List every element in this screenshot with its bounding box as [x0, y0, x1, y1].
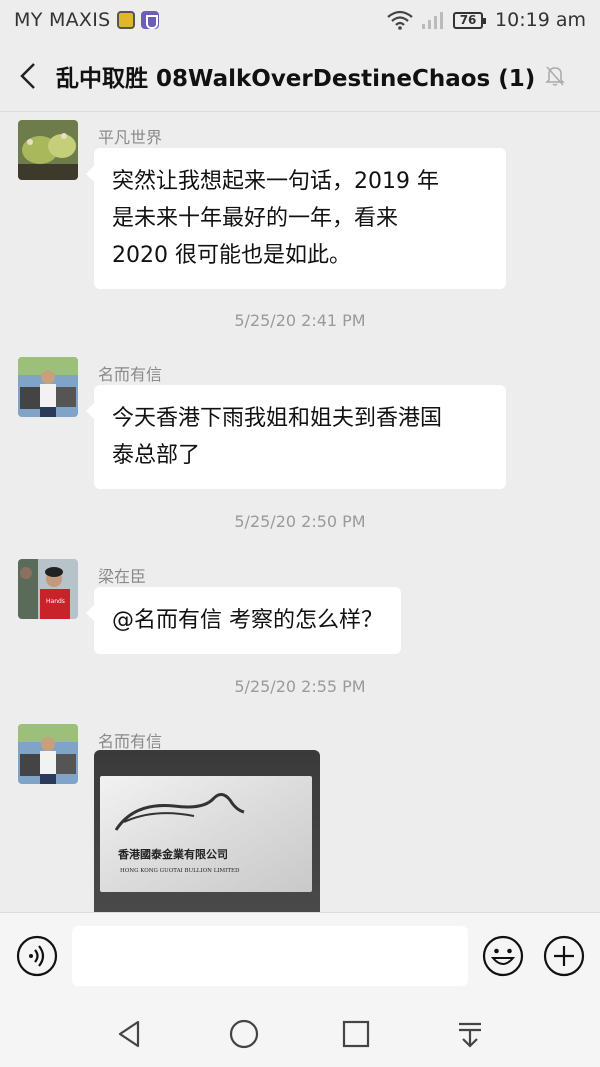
chevron-left-icon: [20, 62, 35, 89]
voice-button[interactable]: [16, 935, 58, 977]
wifi-icon: [387, 10, 413, 30]
sender-name: 名而有信: [98, 365, 163, 384]
carrier-name: MY MAXIS: [14, 9, 111, 31]
navigation-bar: [0, 1000, 600, 1067]
message-text-line: 今天香港下雨我姐和姐夫到香港国: [112, 406, 443, 431]
svg-text:Hands: Hands: [46, 598, 65, 605]
clock: 10:19 am: [495, 9, 586, 31]
message-bubble[interactable]: 今天香港下雨我姐和姐夫到香港国 泰总部了: [86, 385, 506, 489]
nav-back-button[interactable]: [114, 1018, 146, 1050]
shield-icon: [140, 11, 159, 29]
sign-text-english: HONG KONG GUOTAI BULLION LIMITED: [120, 868, 240, 874]
back-button[interactable]: [0, 40, 56, 112]
nav-home-button[interactable]: [228, 1018, 260, 1050]
emoji-icon: [482, 935, 524, 977]
sender-name: 名而有信: [98, 732, 163, 751]
message-text-line: 是未来十年最好的一年，看来: [112, 206, 399, 231]
nav-notification-button[interactable]: [454, 1018, 486, 1050]
image-message[interactable]: 香港國泰金業有限公司 HONG KONG GUOTAI BULLION LIMI…: [94, 750, 320, 912]
message-bubble[interactable]: @名而有信 考察的怎么样？: [86, 587, 401, 654]
recents-square-icon: [342, 1020, 370, 1048]
sender-name: 平凡世界: [98, 128, 163, 147]
mute-bell-icon: [545, 65, 566, 87]
signal-icon: [422, 12, 444, 29]
chat-messages[interactable]: 平凡世界 突然让我想起来一句话，2019 年 是未来十年最好的一年，看来 202…: [0, 112, 600, 912]
message-input[interactable]: [72, 926, 468, 986]
message-text-line: 泰总部了: [112, 443, 201, 468]
carrier-badge-icon: [116, 11, 135, 29]
chat-header: 乱中取胜 08WalkOverDestineChaos (1): [0, 40, 600, 112]
chat-title: 乱中取胜 08WalkOverDestineChaos (1): [56, 65, 536, 92]
back-triangle-icon: [118, 1020, 140, 1048]
timestamp: 5/25/20 2:55 PM: [234, 677, 366, 696]
battery-indicator: 76: [453, 11, 487, 29]
avatar[interactable]: Hands: [18, 559, 78, 619]
input-bar: [0, 912, 600, 1000]
nav-recents-button[interactable]: [340, 1018, 372, 1050]
status-bar: MY MAXIS 76 10:19 am: [0, 0, 600, 40]
message-bubble[interactable]: 突然让我想起来一句话，2019 年 是未来十年最好的一年，看来 2020 很可能…: [86, 148, 506, 289]
home-circle-icon: [229, 1019, 259, 1049]
message-text-line: @名而有信 考察的怎么样？: [112, 608, 383, 633]
message-text-line: 突然让我想起来一句话，2019 年: [112, 169, 439, 194]
sign-text-chinese: 香港國泰金業有限公司: [117, 847, 228, 861]
more-button[interactable]: [543, 935, 585, 977]
voice-icon: [16, 935, 58, 977]
avatar[interactable]: [18, 357, 78, 417]
timestamp: 5/25/20 2:50 PM: [234, 512, 366, 531]
avatar[interactable]: [18, 120, 78, 180]
sender-name: 梁在臣: [98, 567, 147, 586]
timestamp: 5/25/20 2:41 PM: [234, 311, 366, 330]
notification-pull-icon: [459, 1022, 481, 1048]
plus-icon: [543, 935, 585, 977]
emoji-button[interactable]: [482, 935, 524, 977]
message-text-line: 2020 很可能也是如此。: [112, 243, 351, 268]
avatar[interactable]: [18, 724, 78, 784]
